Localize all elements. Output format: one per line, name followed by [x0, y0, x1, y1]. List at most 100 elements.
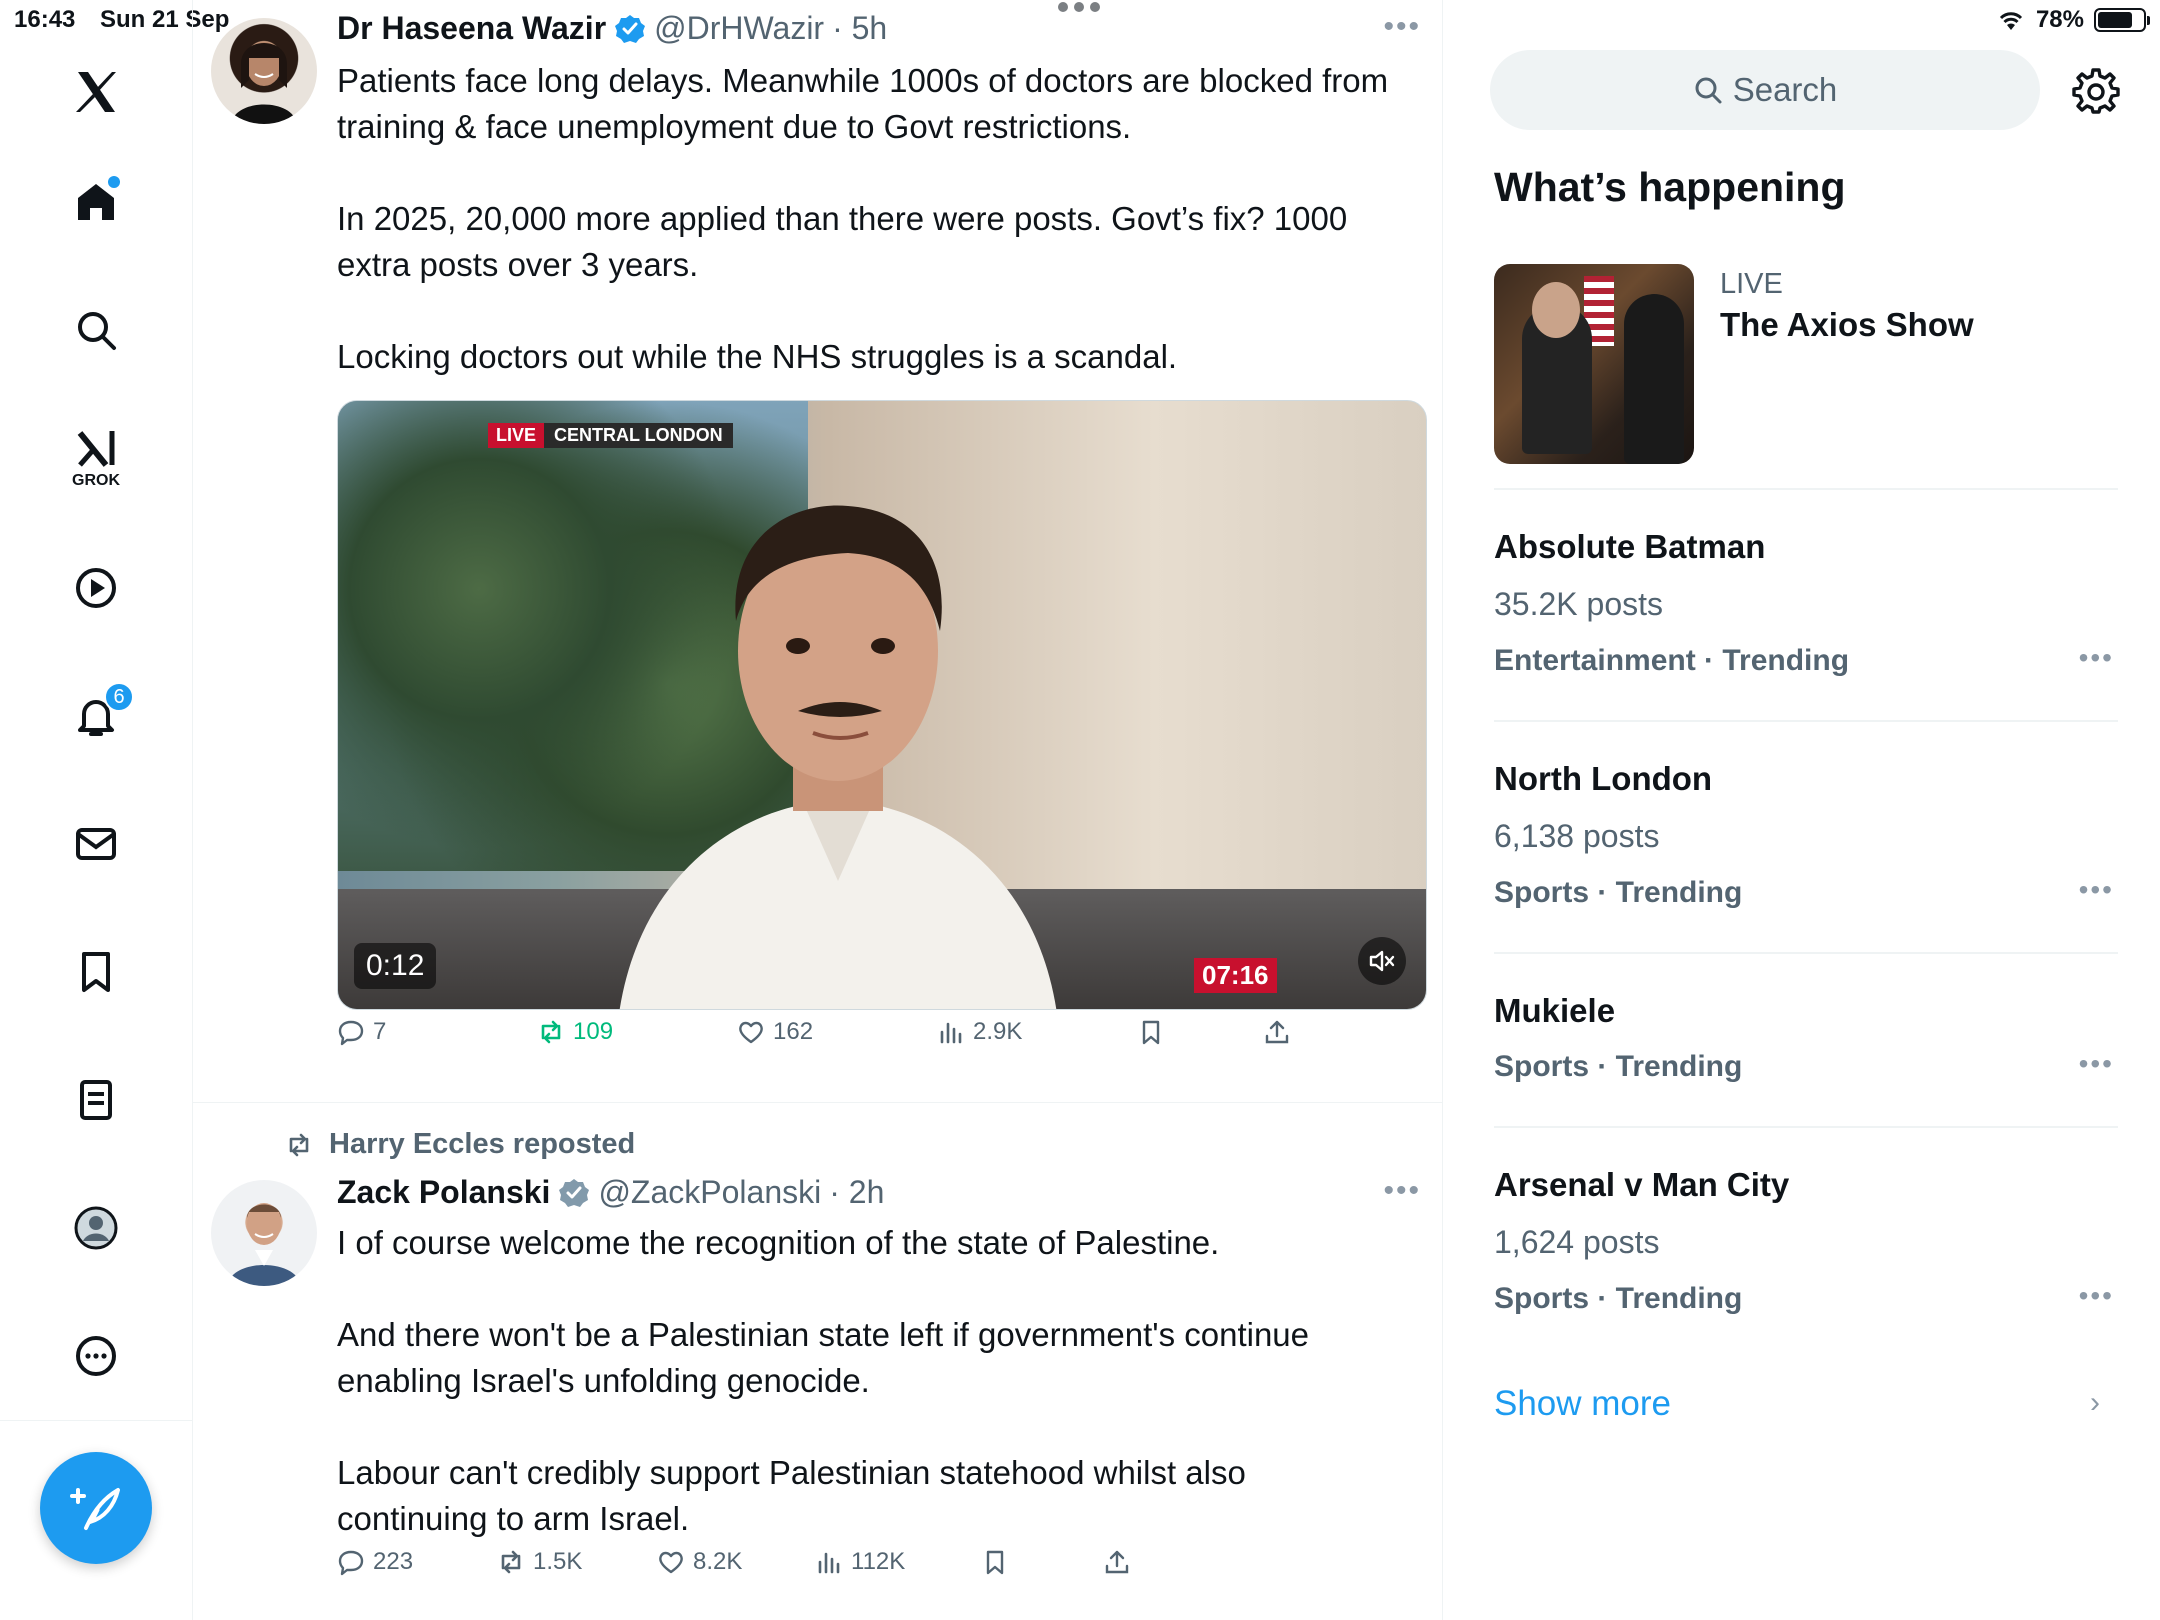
repost-icon — [541, 1020, 561, 1044]
post-more-button[interactable]: ••• — [1383, 1174, 1421, 1208]
views-chart-icon — [818, 1552, 840, 1574]
reply-icon — [338, 1020, 364, 1046]
battery-icon — [2094, 8, 2150, 32]
trend-item[interactable]: Mukiele Sports · Trending ••• — [1494, 988, 2118, 1128]
nav-divider — [0, 1420, 193, 1421]
post-divider — [193, 1102, 1443, 1103]
like-count: 162 — [773, 1018, 814, 1045]
search-placeholder: Search — [1732, 71, 1838, 108]
trend-category: Entertainment · Trending — [1494, 644, 1850, 677]
show-more-link[interactable]: Show more — [1494, 1384, 1671, 1424]
trend-divider — [1494, 488, 2118, 490]
post-text: I of course welcome the recognition of t… — [337, 1220, 1397, 1542]
trend-item[interactable]: North London 6,138 posts Sports · Trendi… — [1494, 756, 2118, 956]
like-button[interactable]: 162 — [737, 1018, 813, 1046]
whats-happening-title: What’s happening — [1494, 164, 1846, 210]
like-button[interactable]: 8.2K — [657, 1548, 742, 1576]
author-name[interactable]: Dr Haseena Wazir — [337, 10, 606, 47]
post-text: Patients face long delays. Meanwhile 100… — [337, 58, 1397, 380]
trend-name: Absolute Batman — [1494, 528, 1766, 565]
author-avatar[interactable] — [211, 18, 317, 124]
x-logo-icon[interactable] — [56, 52, 136, 132]
trend-post-count: 6,138 posts — [1494, 818, 1660, 854]
repost-by-label: Harry Eccles reposted — [329, 1128, 636, 1160]
trend-post-count: 35.2K posts — [1494, 586, 1663, 622]
home-unread-dot — [108, 176, 120, 188]
reply-icon — [338, 1550, 364, 1576]
chevron-right-icon[interactable]: › — [2090, 1386, 2100, 1420]
post[interactable]: Dr Haseena Wazir @DrHWazir · 5h ••• Pati… — [193, 0, 1443, 1102]
verified-badge-icon — [559, 1178, 590, 1207]
author-name[interactable]: Zack Polanski — [337, 1174, 550, 1211]
profile-icon[interactable] — [56, 1188, 136, 1268]
compose-post-button[interactable] — [40, 1452, 152, 1564]
notifications-icon[interactable]: 6 — [56, 676, 136, 756]
search-icon[interactable] — [56, 290, 136, 370]
reply-button[interactable]: 223 — [337, 1548, 413, 1576]
post-paragraph: In 2025, 20,000 more applied than there … — [337, 200, 1348, 283]
like-count: 8.2K — [693, 1548, 743, 1575]
trend-divider — [1494, 1126, 2118, 1128]
repost-icon — [289, 1133, 309, 1156]
trend-more-button[interactable]: ••• — [2079, 874, 2114, 906]
video-player[interactable]: LIVE CENTRAL LONDON 0:12 07:16 — [337, 400, 1427, 1010]
grok-icon[interactable]: GROK — [56, 416, 136, 496]
bookmark-button[interactable] — [981, 1548, 1009, 1576]
trend-divider — [1494, 952, 2118, 954]
post[interactable]: Zack Polanski @ZackPolanski · 2h ••• I o… — [193, 1166, 1443, 1620]
trend-divider — [1494, 720, 2118, 722]
trend-more-button[interactable]: ••• — [2079, 1280, 2114, 1312]
author-handle[interactable]: @DrHWazir — [654, 10, 824, 47]
video-speaker-figure — [619, 505, 1057, 1009]
bookmark-button[interactable] — [1137, 1018, 1165, 1046]
search-input[interactable]: Search — [1490, 50, 2040, 130]
post-time: · 2h — [829, 1174, 885, 1210]
trend-category: Sports · Trending — [1494, 876, 1743, 909]
trend-more-button[interactable]: ••• — [2079, 642, 2114, 674]
post-paragraph: Locking doctors out while the NHS strugg… — [337, 338, 1178, 375]
views-count: 112K — [851, 1548, 906, 1575]
live-event-title: The Axios Show — [1720, 306, 1974, 343]
share-button[interactable] — [1103, 1548, 1131, 1576]
author-avatar[interactable] — [211, 1180, 317, 1286]
speaker-muted-icon — [1369, 950, 1395, 972]
repost-count: 109 — [573, 1018, 614, 1045]
repost-count: 1.5K — [533, 1548, 583, 1575]
more-icon[interactable] — [56, 1316, 136, 1396]
settings-button[interactable] — [2072, 66, 2120, 114]
trend-item[interactable]: Absolute Batman 35.2K posts Entertainmen… — [1494, 524, 2118, 724]
live-event-status: LIVE — [1720, 268, 1783, 300]
post-more-button[interactable]: ••• — [1383, 10, 1421, 44]
trend-category: Sports · Trending — [1494, 1282, 1743, 1315]
lists-icon[interactable] — [56, 1060, 136, 1140]
trend-category: Sports · Trending — [1494, 1050, 1743, 1083]
share-button[interactable] — [1263, 1018, 1291, 1046]
home-icon[interactable] — [56, 162, 136, 242]
trend-more-button[interactable]: ••• — [2079, 1048, 2114, 1080]
heart-icon — [659, 1551, 683, 1574]
trend-name: Arsenal v Man City — [1494, 1166, 1790, 1203]
bookmarks-icon[interactable] — [56, 932, 136, 1012]
post-paragraph: I of course welcome the recognition of t… — [337, 1224, 1220, 1261]
live-label: LIVE — [488, 423, 545, 448]
repost-button[interactable]: 109 — [537, 1018, 613, 1046]
notification-badge: 6 — [104, 682, 134, 712]
video-icon[interactable] — [56, 548, 136, 628]
messages-icon[interactable] — [56, 804, 136, 884]
left-nav: GROK 6 — [0, 0, 193, 1620]
bookmark-icon — [1142, 1020, 1160, 1045]
author-handle[interactable]: @ZackPolanski — [598, 1174, 821, 1211]
views-button[interactable]: 2.9K — [937, 1018, 1022, 1046]
bookmark-icon — [986, 1550, 1004, 1575]
live-event-card[interactable]: LIVE The Axios Show — [1494, 264, 2114, 464]
repost-button[interactable]: 1.5K — [497, 1548, 582, 1576]
views-button[interactable]: 112K — [815, 1548, 905, 1576]
battery-fill — [2098, 12, 2133, 28]
reply-count: 7 — [373, 1018, 387, 1045]
repost-context[interactable]: Harry Eccles reposted — [283, 1128, 635, 1161]
reply-button[interactable]: 7 — [337, 1018, 386, 1046]
location-label: CENTRAL LONDON — [544, 423, 733, 448]
mute-toggle-button[interactable] — [1358, 937, 1406, 985]
trend-item[interactable]: Arsenal v Man City 1,624 posts Sports · … — [1494, 1162, 2118, 1362]
post-paragraph: And there won't be a Palestinian state l… — [337, 1316, 1310, 1399]
